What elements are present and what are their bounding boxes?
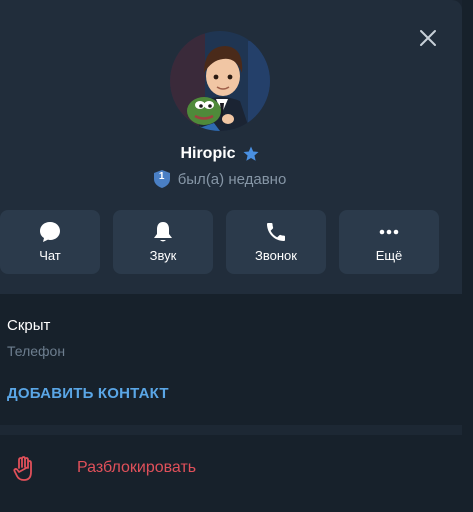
name-row: Hiropic xyxy=(0,142,440,166)
phone-caption: Телефон xyxy=(7,343,66,359)
status-row: 1 был(а) недавно xyxy=(0,168,440,190)
more-button[interactable]: Ещё xyxy=(339,210,439,274)
sound-button-label: Звук xyxy=(149,248,177,263)
unblock-label: Разблокировать xyxy=(77,459,197,476)
action-buttons: Чат Звук Звонок Ещё xyxy=(0,210,440,274)
avatar[interactable] xyxy=(170,31,270,131)
premium-star-icon[interactable] xyxy=(242,145,260,163)
close-button[interactable] xyxy=(414,24,442,52)
bell-icon xyxy=(154,222,172,242)
chat-button-label: Чат xyxy=(39,248,61,263)
contact-info-section: Скрыт Телефон ДОБАВИТЬ КОНТАКТ xyxy=(0,294,462,425)
call-button-label: Звонок xyxy=(255,248,297,263)
verified-level-badge: 1 xyxy=(153,170,170,188)
add-contact-button[interactable]: ДОБАВИТЬ КОНТАКТ xyxy=(7,385,169,402)
profile-name: Hiropic xyxy=(180,145,236,162)
hand-stop-icon xyxy=(13,456,32,481)
profile-panel: Hiropic 1 был(а) недавно Чат Звук Звонок… xyxy=(0,0,462,512)
last-seen-status: был(а) недавно xyxy=(177,170,287,188)
phone-icon xyxy=(267,223,285,241)
sound-button[interactable]: Звук xyxy=(113,210,213,274)
chat-button[interactable]: Чат xyxy=(0,210,100,274)
chat-bubble-icon xyxy=(40,222,60,242)
unblock-row[interactable]: Разблокировать xyxy=(0,435,462,512)
badge-number: 1 xyxy=(158,171,165,182)
close-icon xyxy=(420,30,436,46)
background-strip xyxy=(462,0,473,512)
more-dots-icon xyxy=(379,229,399,235)
call-button[interactable]: Звонок xyxy=(226,210,326,274)
section-divider xyxy=(0,425,462,435)
more-button-label: Ещё xyxy=(375,248,403,263)
phone-value[interactable]: Скрыт xyxy=(7,317,50,334)
